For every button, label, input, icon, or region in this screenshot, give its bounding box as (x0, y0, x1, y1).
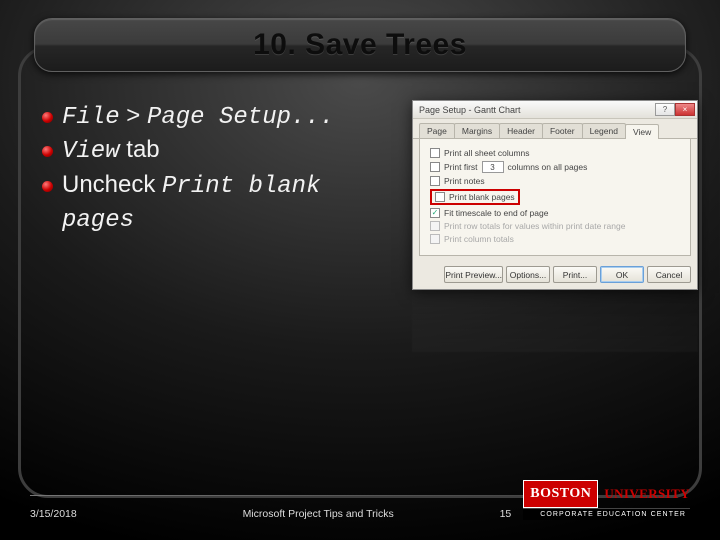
bu-logo: BOSTON UNIVERSITY CORPORATE EDUCATION CE… (523, 480, 690, 520)
bullet-1: File > Page Setup... (40, 100, 370, 134)
bu-logo-university: UNIVERSITY (598, 480, 690, 508)
label-fit-timescale: Fit timescale to end of page (444, 208, 548, 218)
checkbox-print-blank-pages[interactable] (435, 192, 445, 202)
checkbox-print-first[interactable] (430, 162, 440, 172)
tab-legend[interactable]: Legend (582, 123, 626, 138)
tab-page[interactable]: Page (419, 123, 455, 138)
options-button[interactable]: Options... (506, 266, 550, 283)
label-print-first-b: columns on all pages (508, 162, 588, 172)
body-text: File > Page Setup... View tab Uncheck Pr… (40, 100, 370, 238)
dialog-body: Print all sheet columns Print first 3 co… (419, 139, 691, 256)
input-first-columns[interactable]: 3 (482, 161, 504, 173)
print-blank-pages-highlight: Print blank pages (430, 189, 520, 205)
checkbox-print-column-totals (430, 234, 440, 244)
bullet-2: View tab (40, 134, 370, 168)
checkbox-print-all-columns[interactable] (430, 148, 440, 158)
dialog-tabs: Page Margins Header Footer Legend View (413, 119, 697, 139)
bullet-3: Uncheck Print blank pages (40, 169, 370, 238)
tab-margins[interactable]: Margins (454, 123, 500, 138)
footer-date: 3/15/2018 (30, 508, 77, 520)
dialog-title: Page Setup - Gantt Chart (419, 105, 521, 115)
bu-logo-boston: BOSTON (523, 480, 598, 508)
label-print-blank-pages: Print blank pages (449, 192, 515, 202)
tab-header[interactable]: Header (499, 123, 543, 138)
dialog-reflection (412, 282, 698, 352)
ok-button[interactable]: OK (600, 266, 644, 283)
checkbox-print-row-totals (430, 221, 440, 231)
dialog-button-row: Print Preview... Options... Print... OK … (413, 262, 697, 289)
title-plate: 10. Save Trees (34, 18, 686, 72)
label-print-all-columns: Print all sheet columns (444, 148, 530, 158)
label-print-column-totals: Print column totals (444, 234, 514, 244)
dialog-titlebar: Page Setup - Gantt Chart ? × (413, 101, 697, 119)
footer-title: Microsoft Project Tips and Tricks (137, 508, 500, 520)
tab-view[interactable]: View (625, 124, 659, 139)
print-button[interactable]: Print... (553, 266, 597, 283)
label-print-notes: Print notes (444, 176, 485, 186)
page-setup-dialog: Page Setup - Gantt Chart ? × Page Margin… (412, 100, 698, 290)
window-close-button[interactable]: × (675, 103, 695, 116)
cancel-button[interactable]: Cancel (647, 266, 691, 283)
print-preview-button[interactable]: Print Preview... (444, 266, 503, 283)
slide-title: 10. Save Trees (253, 28, 467, 62)
label-print-first-a: Print first (444, 162, 478, 172)
footer-page: 15 (500, 508, 512, 520)
label-print-row-totals: Print row totals for values within print… (444, 221, 625, 231)
tab-footer[interactable]: Footer (542, 123, 583, 138)
checkbox-fit-timescale[interactable]: ✓ (430, 208, 440, 218)
bu-logo-sub: CORPORATE EDUCATION CENTER (523, 508, 690, 520)
footer: 3/15/2018 Microsoft Project Tips and Tri… (30, 480, 690, 520)
checkbox-print-notes[interactable] (430, 176, 440, 186)
window-help-button[interactable]: ? (655, 103, 675, 116)
